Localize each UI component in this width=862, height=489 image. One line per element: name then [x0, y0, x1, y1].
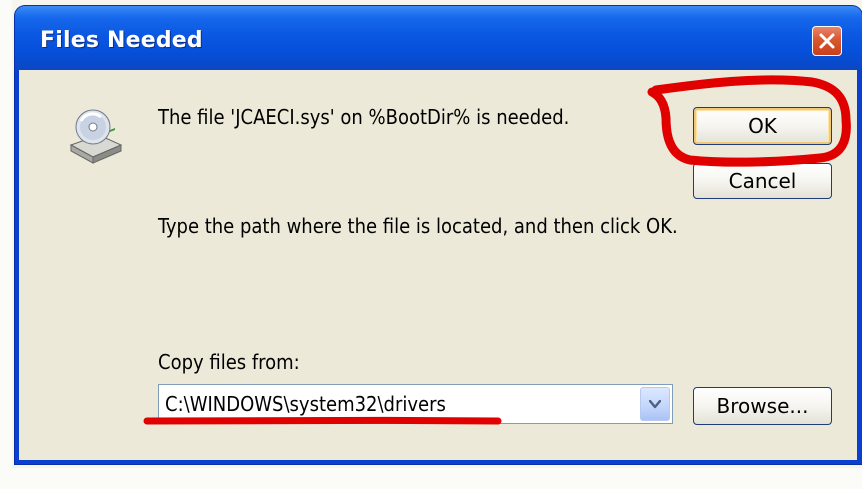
- title-bar[interactable]: Files Needed: [15, 6, 862, 70]
- screenshot-stage: Files Needed The file 'JCAECI.sys' on %B…: [0, 0, 862, 489]
- dialog-body: The file 'JCAECI.sys' on %BootDir% is ne…: [19, 70, 857, 460]
- close-icon: [819, 33, 835, 49]
- copy-from-label: Copy files from:: [158, 350, 300, 374]
- dialog-title: Files Needed: [40, 28, 203, 53]
- ok-button[interactable]: OK: [693, 107, 832, 145]
- file-needed-message: The file 'JCAECI.sys' on %BootDir% is ne…: [158, 105, 570, 129]
- files-needed-dialog: Files Needed The file 'JCAECI.sys' on %B…: [15, 6, 862, 464]
- dropdown-button[interactable]: [640, 387, 670, 421]
- background-strip: [0, 0, 12, 489]
- copy-from-path[interactable]: C:\WINDOWS\system32\drivers: [165, 392, 446, 416]
- browse-button[interactable]: Browse...: [693, 387, 832, 425]
- close-button[interactable]: [812, 26, 842, 56]
- cancel-button[interactable]: Cancel: [693, 163, 832, 199]
- instruction-message: Type the path where the file is located,…: [158, 214, 678, 238]
- cd-drive-icon: [69, 109, 123, 164]
- chevron-down-icon: [649, 400, 661, 409]
- background-strip-bottom: [0, 468, 862, 489]
- copy-from-combobox[interactable]: C:\WINDOWS\system32\drivers: [158, 384, 673, 424]
